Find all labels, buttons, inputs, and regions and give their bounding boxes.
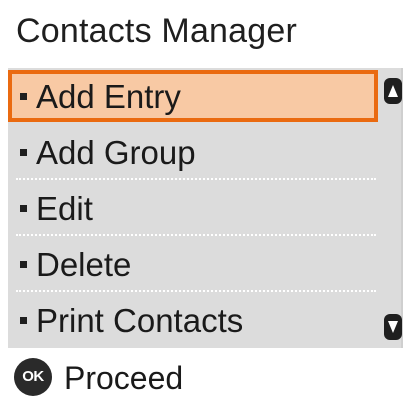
bullet-icon: [20, 261, 27, 268]
menu-item-label: Delete: [36, 246, 132, 283]
menu-list: Add Entry Add Group Edit Delete Print Co…: [8, 68, 403, 348]
menu-divider: [16, 178, 376, 180]
title-bar: Contacts Manager: [0, 0, 403, 68]
menu-item-label: Add Group: [36, 134, 196, 171]
triangle-up-icon: [388, 85, 398, 97]
bullet-icon: [20, 93, 27, 100]
menu-divider: [16, 290, 376, 292]
scroll-down-button[interactable]: [384, 314, 402, 340]
printer-lcd-screen: Contacts Manager Add Entry Add Group Edi…: [0, 0, 403, 405]
menu-item-add-group[interactable]: Add Group: [8, 126, 378, 178]
page-title: Contacts Manager: [16, 12, 298, 50]
menu-item-label: Edit: [36, 190, 93, 227]
menu-item-label: Add Entry: [36, 78, 181, 115]
triangle-down-icon: [388, 321, 398, 333]
menu-item-delete[interactable]: Delete: [8, 238, 378, 290]
bullet-icon: [20, 317, 27, 324]
menu-item-add-entry[interactable]: Add Entry: [8, 70, 378, 122]
footer-bar: OK Proceed: [0, 350, 403, 405]
ok-button-icon[interactable]: OK: [14, 358, 52, 396]
bullet-icon: [20, 205, 27, 212]
menu-item-print-contacts[interactable]: Print Contacts: [8, 294, 378, 346]
scroll-up-button[interactable]: [384, 78, 402, 104]
proceed-label: Proceed: [64, 360, 184, 396]
bullet-icon: [20, 149, 27, 156]
menu-item-label: Print Contacts: [36, 302, 244, 339]
menu-item-edit[interactable]: Edit: [8, 182, 378, 234]
menu-divider: [16, 234, 376, 236]
